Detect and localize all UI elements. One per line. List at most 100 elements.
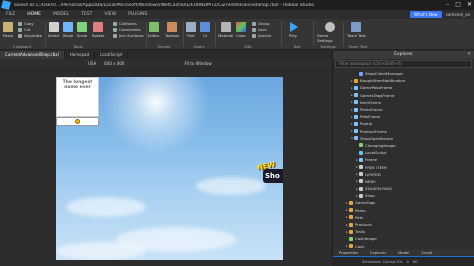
explorer-item[interactable]: LocalScript — [333, 149, 474, 156]
doc-tab-localscript[interactable]: LocalScript — [95, 51, 129, 59]
scale-icon — [77, 22, 88, 32]
select-button[interactable]: Select — [48, 22, 60, 38]
tab-view[interactable]: VIEW — [98, 10, 122, 19]
maximize-icon[interactable]: □ — [455, 0, 461, 10]
gear-icon — [324, 22, 335, 32]
anchor-icon — [252, 33, 256, 38]
color-button[interactable]: Color — [236, 22, 246, 38]
account-name[interactable]: cameron_xx — [446, 12, 470, 17]
fit-to-window-selector[interactable]: Fit to Window — [184, 61, 211, 66]
minimize-icon[interactable]: – — [446, 0, 449, 10]
panel-tab-script[interactable]: Script — [415, 250, 438, 255]
toolbox-icon — [167, 22, 178, 32]
explorer-item[interactable]: ▸ FREE ITEM! — [333, 163, 474, 170]
explorer-item[interactable]: ▸ BoughtItemNotification — [333, 77, 474, 84]
explorer-panel: Explorer ✕ Filter workspace (Ctrl+Shift+… — [332, 51, 474, 266]
explorer-item[interactable]: ▸ NEW! — [333, 178, 474, 185]
explorer-filter-input[interactable]: Filter workspace (Ctrl+Shift+X) — [335, 60, 472, 68]
text-icon — [359, 179, 363, 184]
explorer-item-label: Shop — [365, 193, 375, 199]
tab-plugins[interactable]: PLUGINS — [122, 10, 153, 19]
paste-button[interactable]: Paste — [3, 22, 13, 38]
close-icon[interactable]: ✕ — [467, 0, 472, 10]
tab-file[interactable]: FILE — [0, 10, 21, 19]
ribbon: Paste Copy Cut Duplicate Clipboard Selec… — [0, 19, 474, 50]
collisions-toggle[interactable]: Collisions — [113, 21, 137, 26]
anchor-button[interactable]: Anchor — [252, 33, 271, 38]
doc-tab-homepad[interactable]: Homepad — [65, 51, 96, 59]
item-frame[interactable]: The longest name ever — [56, 77, 99, 117]
game-canvas[interactable]: The longest name ever NEW Sho — [56, 77, 283, 260]
play-button[interactable]: Play — [288, 22, 298, 38]
tab-test[interactable]: TEST — [75, 10, 98, 19]
part-button[interactable]: Part — [186, 22, 196, 38]
tab-home[interactable]: HOME — [21, 10, 47, 20]
explorer-item[interactable]: ▸ Shop — [333, 192, 474, 199]
explorer-item[interactable]: ▸ Pets — [333, 214, 474, 221]
explorer-item[interactable]: ChangingImage — [333, 142, 474, 149]
explorer-item[interactable]: ▸ LIMITED — [333, 171, 474, 178]
doc-tab-place[interactable]: CurrentAdvancedShop.rbxl — [0, 51, 65, 59]
group-button[interactable]: Group — [252, 21, 270, 26]
team-test-label: Team Test — [348, 44, 368, 49]
close-icon[interactable]: ✕ — [467, 51, 471, 59]
explorer-item[interactable]: ▸ Trails — [333, 228, 474, 235]
folder-icon — [349, 215, 353, 220]
explorer-item-label: GamePassFrame — [360, 85, 393, 91]
join-surfaces-toggle[interactable]: Join Surfaces — [113, 33, 144, 38]
folder-icon — [349, 222, 353, 227]
document-tabs: CurrentAdvancedShop.rbxl Homepad LocalSc… — [0, 51, 332, 59]
sun-glare — [96, 77, 216, 157]
price-bar[interactable] — [56, 117, 99, 126]
lock-button[interactable]: Lock — [252, 27, 267, 32]
shop-open-button[interactable]: Sho — [263, 169, 283, 183]
explorer-item[interactable]: ▸ Frame — [333, 156, 474, 163]
ui-button[interactable]: UI — [200, 22, 210, 38]
explorer-item[interactable]: ▸ PerksFrame — [333, 106, 474, 113]
panel-tab-properties[interactable]: Properties — [333, 250, 364, 255]
explorer-item[interactable]: ▸ ProductFrame — [333, 128, 474, 135]
move-button[interactable]: Move — [63, 22, 73, 38]
frame-icon — [359, 157, 363, 162]
explorer-item[interactable]: ▸ ItemFrame — [333, 99, 474, 106]
explorer-item-label: ShopClientManager — [365, 71, 404, 77]
constraints-icon — [113, 27, 117, 32]
explorer-item[interactable]: ▾ ShopOpenButton — [333, 135, 474, 142]
team-test-button[interactable]: Team Test — [347, 22, 366, 38]
copy-button[interactable]: Copy — [18, 21, 34, 26]
explorer-item[interactable]: ▸ SEASON PASS — [333, 185, 474, 192]
material-button[interactable]: Material — [218, 22, 233, 38]
resolution-selector[interactable]: 640 x 400 — [104, 61, 124, 66]
explorer-item[interactable]: ShopClientManager — [333, 70, 474, 77]
panel-tab-model[interactable]: Model — [392, 250, 415, 255]
game-settings-button[interactable]: Game Settings — [317, 22, 342, 43]
scale-button[interactable]: Scale — [77, 22, 87, 38]
settings-label: Settings — [320, 44, 336, 49]
constraints-toggle[interactable]: Constraints — [113, 27, 141, 32]
explorer-item[interactable]: ▸ GamesTagsFrame — [333, 92, 474, 99]
panel-tab-explorer[interactable]: Explorer — [364, 250, 392, 255]
explorer-item[interactable]: CashImage — [333, 235, 474, 242]
frame-icon — [354, 85, 358, 90]
explorer-item[interactable]: ▸ PetsFrame — [333, 113, 474, 120]
explorer-item[interactable]: ▸ Perks — [333, 207, 474, 214]
explorer-item[interactable]: ▸ GameTags — [333, 199, 474, 206]
cut-button[interactable]: Cut — [18, 27, 31, 32]
terrain-label: Terrain — [157, 44, 171, 49]
clipboard-group: Paste Copy Cut Duplicate Clipboard — [0, 19, 44, 50]
duplicate-button[interactable]: Duplicate — [18, 33, 42, 38]
explorer-item[interactable]: ▸ GamePassFrame — [333, 84, 474, 91]
explorer-header: Explorer ✕ — [333, 51, 474, 59]
toolbox-button[interactable]: Toolbox — [165, 22, 179, 38]
test-label: Test — [293, 44, 301, 49]
explorer-item[interactable]: ▸ Products — [333, 221, 474, 228]
whats-new-button[interactable]: What's New — [410, 11, 442, 18]
tab-model[interactable]: MODEL — [47, 10, 75, 19]
explorer-item[interactable]: ▸ PopUp — [333, 120, 474, 127]
rotate-button[interactable]: Rotate — [92, 22, 104, 38]
explorer-item-label: ItemFrame — [360, 99, 381, 105]
device-selector[interactable]: USA — [88, 61, 96, 66]
terrain-editor-button[interactable]: Editor — [148, 22, 159, 38]
viewport[interactable]: The longest name ever NEW Sho — [0, 67, 332, 266]
frame-icon — [354, 129, 358, 134]
